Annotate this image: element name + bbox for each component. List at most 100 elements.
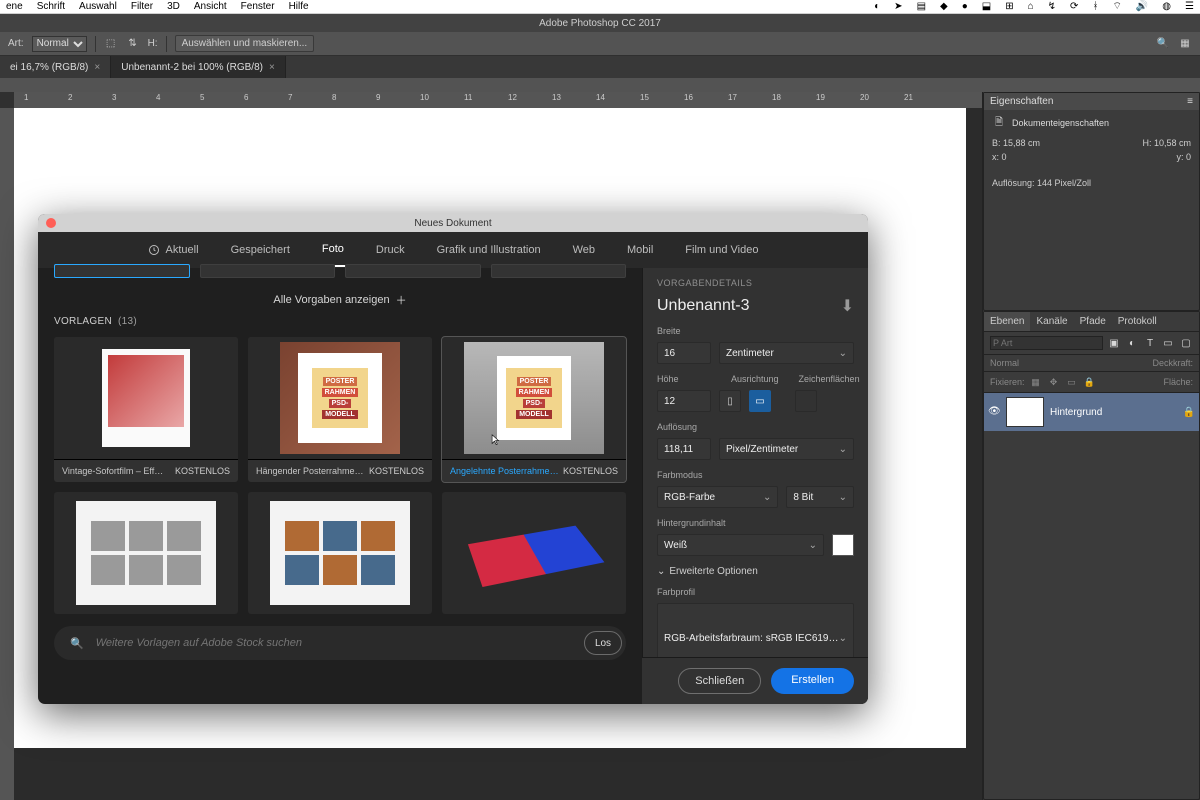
search-icon[interactable]: 🔍 bbox=[1156, 37, 1170, 51]
orientation-landscape-button[interactable]: ▭ bbox=[749, 390, 771, 412]
orientation-portrait-button[interactable]: ▯ bbox=[719, 390, 741, 412]
close-icon[interactable]: × bbox=[94, 62, 100, 73]
blend-mode-select[interactable]: Normal bbox=[32, 36, 87, 52]
document-tab[interactable]: ei 16,7% (RGB/8)× bbox=[0, 56, 111, 78]
advanced-options-toggle[interactable]: ⌄Erweiterte Optionen bbox=[657, 566, 854, 577]
background-select[interactable]: Weiß⌄ bbox=[657, 534, 824, 556]
resolution-input[interactable]: 118,11 bbox=[657, 438, 711, 460]
filter-adjust-icon[interactable]: ◐ bbox=[1125, 336, 1139, 350]
bluetooth-icon: ᚼ bbox=[1092, 1, 1098, 12]
mac-menu-item[interactable]: 3D bbox=[167, 1, 180, 12]
template-card[interactable] bbox=[248, 492, 432, 614]
spotlight-icon[interactable]: ☰ bbox=[1185, 1, 1194, 12]
mac-menu-item[interactable]: Fenster bbox=[241, 1, 275, 12]
colormode-select[interactable]: RGB-Farbe⌄ bbox=[657, 486, 778, 508]
save-preset-icon[interactable]: ⬇︎ bbox=[841, 296, 854, 316]
preset-card[interactable] bbox=[54, 264, 190, 278]
nav-recent[interactable]: Aktuell bbox=[146, 234, 201, 266]
lock-position-icon[interactable]: ✥ bbox=[1047, 375, 1061, 389]
width-input[interactable]: 16 bbox=[657, 342, 711, 364]
status-icon: ⬓ bbox=[982, 1, 991, 12]
fill-label: Fläche: bbox=[1163, 377, 1193, 387]
nav-saved[interactable]: Gespeichert bbox=[229, 234, 292, 266]
bitdepth-select[interactable]: 8 Bit⌄ bbox=[786, 486, 854, 508]
show-all-presets[interactable]: Alle Vorgaben anzeigen ＋ bbox=[38, 278, 642, 316]
height-input[interactable]: 12 bbox=[657, 390, 711, 412]
layer-row-background[interactable]: 👁 Hintergrund 🔒 bbox=[984, 393, 1199, 431]
template-card[interactable] bbox=[54, 492, 238, 614]
nav-print[interactable]: Druck bbox=[374, 234, 407, 266]
template-card[interactable] bbox=[442, 492, 626, 614]
layer-thumbnail bbox=[1006, 397, 1044, 427]
photoshop-window: Adobe Photoshop CC 2017 Art: Normal ⬚ ⇅ … bbox=[0, 14, 1200, 800]
panel-menu-icon[interactable]: ≡ bbox=[1187, 96, 1193, 107]
visibility-toggle-icon[interactable]: 👁 bbox=[988, 406, 1000, 418]
new-document-dialog: Neues Dokument Aktuell Gespeichert Foto … bbox=[38, 214, 868, 704]
ruler-vertical bbox=[0, 108, 14, 800]
doc-resolution: Auflösung: 144 Pixel/Zoll bbox=[992, 178, 1091, 188]
mac-menu-item[interactable]: ene bbox=[6, 1, 23, 12]
nav-web[interactable]: Web bbox=[571, 234, 597, 266]
nav-illustration[interactable]: Grafik und Illustration bbox=[435, 234, 543, 266]
close-icon[interactable]: × bbox=[269, 62, 275, 73]
background-swatch[interactable] bbox=[832, 534, 854, 556]
layers-tab[interactable]: Kanäle bbox=[1030, 312, 1073, 331]
preset-card[interactable] bbox=[200, 264, 336, 278]
opacity-label: Deckkraft: bbox=[1152, 358, 1193, 368]
layers-tab[interactable]: Protokoll bbox=[1112, 312, 1163, 331]
background-label: Hintergrundinhalt bbox=[657, 518, 854, 528]
template-card[interactable]: POSTERRAHMENPSD-MODELL Hängender Posterr… bbox=[248, 337, 432, 482]
status-icon: ● bbox=[962, 1, 968, 12]
filter-images-icon[interactable]: ▣ bbox=[1107, 336, 1121, 350]
nav-photo[interactable]: Foto bbox=[320, 233, 346, 267]
doc-x: x: 0 bbox=[992, 152, 1007, 162]
dialog-category-nav: Aktuell Gespeichert Foto Druck Grafik un… bbox=[38, 232, 868, 268]
stock-search-input[interactable] bbox=[94, 636, 574, 650]
mac-menu-item[interactable]: Auswahl bbox=[79, 1, 117, 12]
template-card[interactable]: Vintage-Sofortfilm – Eff…KOSTENLOS bbox=[54, 337, 238, 482]
lock-all-icon[interactable]: 🔒 bbox=[1083, 375, 1097, 389]
template-card[interactable]: POSTERRAHMENPSD-MODELL Angelehnte Poster… bbox=[442, 337, 626, 482]
filter-shape-icon[interactable]: ▭ bbox=[1161, 336, 1175, 350]
doc-y: y: 0 bbox=[1176, 152, 1191, 162]
plus-icon: ＋ bbox=[396, 292, 407, 308]
search-go-button[interactable]: Los bbox=[584, 631, 622, 655]
templates-grid: Vintage-Sofortfilm – Eff…KOSTENLOS POSTE… bbox=[38, 327, 642, 614]
preset-card[interactable] bbox=[345, 264, 481, 278]
mac-menu-item[interactable]: Filter bbox=[131, 1, 153, 12]
filter-smart-icon[interactable]: ▢ bbox=[1179, 336, 1193, 350]
resolution-unit-select[interactable]: Pixel/Zentimeter⌄ bbox=[719, 438, 854, 460]
document-tab[interactable]: Unbenannt-2 bei 100% (RGB/8)× bbox=[111, 56, 286, 78]
preset-card[interactable] bbox=[491, 264, 627, 278]
status-icon: ◐ bbox=[874, 1, 880, 12]
macos-status-icons: ◐ ➤ ▤ ◆ ● ⬓ ⊞ ⌂ ↯ ⟳ ᚼ ⌔ 🔊 ◍ ☰ bbox=[874, 0, 1194, 13]
artboards-checkbox[interactable] bbox=[795, 390, 817, 412]
templates-count: (13) bbox=[118, 316, 137, 327]
brush-icon[interactable]: ⬚ bbox=[104, 37, 118, 51]
right-panel-dock: Eigenschaften≡ 🗎 Dokumenteigenschaften B… bbox=[982, 92, 1200, 800]
layer-name[interactable]: Hintergrund bbox=[1050, 407, 1102, 418]
mac-menu-item[interactable]: Hilfe bbox=[289, 1, 309, 12]
close-button[interactable]: Schließen bbox=[678, 668, 761, 694]
lock-artboard-icon[interactable]: ▭ bbox=[1065, 375, 1079, 389]
swap-icon[interactable]: ⇅ bbox=[126, 37, 140, 51]
mac-menu-item[interactable]: Ansicht bbox=[194, 1, 227, 12]
lock-pixels-icon[interactable]: ▦ bbox=[1029, 375, 1043, 389]
blend-mode[interactable]: Normal bbox=[990, 358, 1019, 368]
close-window-button[interactable] bbox=[46, 218, 56, 228]
filter-type-icon[interactable]: T bbox=[1143, 336, 1157, 350]
nav-mobile[interactable]: Mobil bbox=[625, 234, 655, 266]
layers-tab[interactable]: Ebenen bbox=[984, 312, 1030, 331]
artboards-label: Zeichenflächen bbox=[799, 374, 860, 384]
create-button[interactable]: Erstellen bbox=[771, 668, 854, 694]
select-and-mask-button[interactable]: Auswählen und maskieren... bbox=[175, 35, 315, 52]
mac-menu-item[interactable]: Schrift bbox=[37, 1, 65, 12]
lock-label: Fixieren: bbox=[990, 377, 1025, 387]
layers-tab[interactable]: Pfade bbox=[1074, 312, 1112, 331]
height-label: Höhe bbox=[657, 374, 711, 384]
workspace-switcher-icon[interactable]: ▦ bbox=[1178, 37, 1192, 51]
nav-film[interactable]: Film und Video bbox=[683, 234, 760, 266]
layer-filter-input[interactable] bbox=[990, 336, 1103, 350]
width-unit-select[interactable]: Zentimeter⌄ bbox=[719, 342, 854, 364]
document-name[interactable]: Unbenannt-3 bbox=[657, 297, 750, 315]
